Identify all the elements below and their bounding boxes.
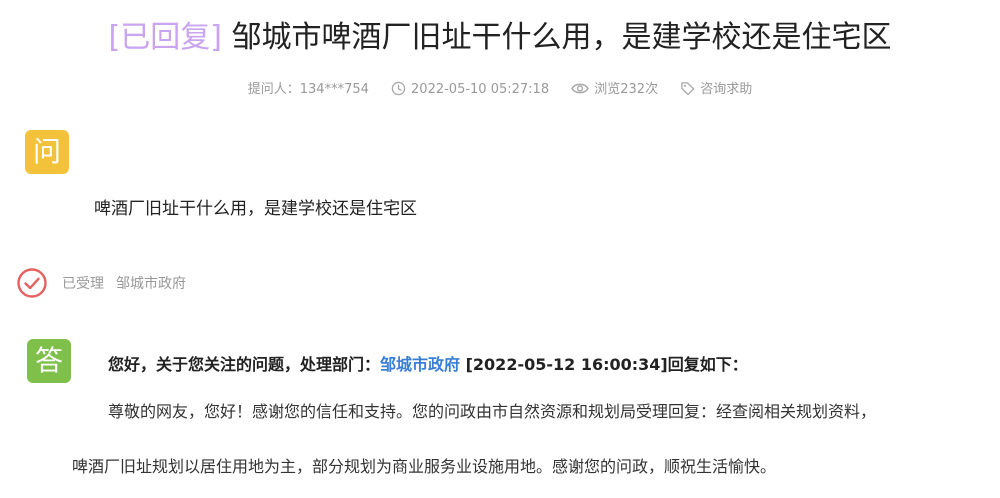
page-title: [已回复] 邹城市啤酒厂旧址干什么用，是建学校还是住宅区 (0, 16, 1000, 60)
answer-badge: 答 (27, 339, 71, 383)
eye-icon (571, 83, 590, 94)
accepted-label: 已受理 (62, 276, 104, 292)
question-badge: 问 (25, 130, 69, 174)
clock-icon (391, 81, 406, 96)
answer-header-prefix: 您好，关于您关注的问题，处理部门： (108, 355, 381, 374)
reply-status: [已回复] (108, 20, 222, 55)
answer-header: 您好，关于您关注的问题，处理部门：邹城市政府 [2022-05-12 16:00… (108, 352, 748, 378)
accepted-status: 已受理 邹城市政府 (16, 266, 186, 300)
check-circle-icon (17, 268, 47, 298)
question-title: 邹城市啤酒厂旧址干什么用，是建学校还是住宅区 (231, 20, 892, 55)
asker: 提问人：134***754 (248, 80, 369, 100)
answer-header-suffix: [2022-05-12 16:00:34]回复如下： (460, 355, 748, 374)
accepted-department: 邹城市政府 (116, 276, 186, 292)
answer-line-2: 啤酒厂旧址规划以居住用地为主，部分规划为商业服务业设施用地。感谢您的问政，顺祝生… (72, 457, 777, 476)
meta-bar: 提问人：134***754 2022-05-10 05:27:18 浏览232次… (0, 80, 1000, 101)
answer-line-1: 尊敬的网友，您好！感谢您的信任和支持。您的问政由市自然资源和规划局受理回复：经查… (108, 402, 877, 421)
view-count-text: 浏览232次 (594, 82, 659, 97)
tag-icon (681, 82, 695, 96)
category[interactable]: 咨询求助 (680, 80, 752, 100)
category-text[interactable]: 咨询求助 (700, 82, 752, 97)
post-time: 2022-05-10 05:27:18 (391, 80, 549, 100)
view-count: 浏览232次 (571, 80, 658, 100)
post-time-text: 2022-05-10 05:27:18 (411, 82, 550, 97)
question-text: 啤酒厂旧址干什么用，是建学校还是住宅区 (94, 199, 417, 219)
asker-text: 提问人：134***754 (247, 82, 369, 97)
department-link[interactable]: 邹城市政府 (380, 355, 460, 374)
